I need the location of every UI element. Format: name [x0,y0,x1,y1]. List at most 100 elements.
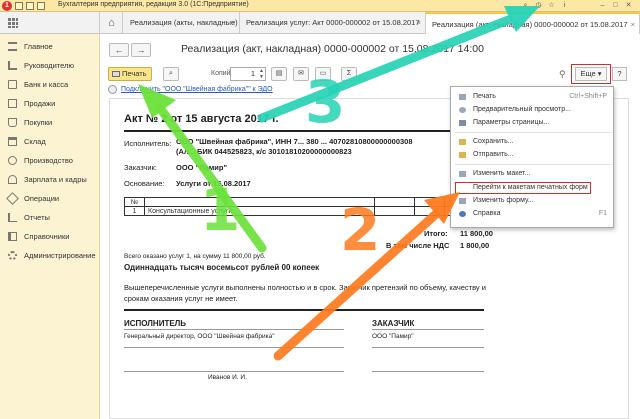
sidebar-item-salary[interactable]: Зарплата и кадры [0,170,100,189]
copies-stepper[interactable]: ▲ ▼ [258,68,265,80]
app-window: { "window": {"title": "Бухгалтерия предп… [0,0,640,419]
preview-icon [459,107,466,113]
page-setup-icon [459,120,466,126]
sidebar-item-label: Банк и касса [24,80,69,89]
sidebar-item-label: Производство [24,156,73,165]
menu-item-label: Сохранить... [473,138,514,145]
menu-item-preview[interactable]: Предварительный просмотр... [451,104,615,116]
sidebar-item-catalogs[interactable]: Справочники [0,227,100,246]
sidebar-item-purchases[interactable]: Покупки [0,113,100,132]
summary-line: Всего оказано услуг 1, на сумму 11 800,0… [124,253,266,260]
menu-item-print-templates[interactable]: Перейти к макетам печатных форм [455,182,591,194]
sidebar-item-label: Справочники [24,232,70,241]
info-icon[interactable]: i [560,1,569,10]
close-tab-icon[interactable]: × [631,14,635,34]
minimize-button[interactable]: – [598,1,607,10]
preview-button[interactable]: ⌕ [163,67,179,81]
menu-item-page-setup[interactable]: Параметры страницы... [451,117,615,129]
forward-icon[interactable] [37,2,45,10]
more-button[interactable]: Еще ▾ [575,67,607,81]
pin-icon[interactable]: ⚲ [559,69,566,80]
history-icon[interactable]: ◷ [534,1,543,10]
sidebar-item-warehouse[interactable]: Склад [0,132,100,151]
sidebar-item-reports[interactable]: Отчеты [0,208,100,227]
sidebar-item-production[interactable]: Производство [0,151,100,170]
customer-caption: ЗАКАЗЧИК [372,319,415,328]
menu-icon[interactable] [15,2,23,10]
more-dropdown-menu: Печать Ctrl+Shift+P Предварительный просм… [450,86,614,228]
menu-separator [455,132,611,133]
sidebar-item-bank[interactable]: Банк и касса [0,75,100,94]
menu-item-save[interactable]: Сохранить... [451,136,615,148]
sidebar-item-admin[interactable]: Администрирование [0,246,100,265]
operations-icon [6,192,19,205]
star-icon[interactable]: ☆ [547,1,556,10]
sidebar-item-label: Зарплата и кадры [24,175,87,184]
menu-shortcut: F1 [598,210,607,217]
row-unit [414,206,445,216]
cart-icon [8,118,17,127]
col-unit [414,197,445,207]
help-button[interactable]: ? [612,67,627,81]
close-tab-icon[interactable]: × [417,12,421,34]
step-number-1: 1 [200,176,241,244]
col-qty [374,197,415,207]
close-button[interactable]: ✕ [624,1,633,10]
menu-item-label: Изменить макет... [473,170,531,177]
menu-item-label: Справка [473,210,501,217]
executor-label: Исполнитель: [124,139,172,148]
executor-caption: ИСПОЛНИТЕЛЬ [124,319,187,328]
printer-icon [459,94,466,100]
executor-sign-text: Генеральный директор, ООО "Швейная фабри… [124,333,275,340]
tab-label: Реализация (акты, накладные) [130,18,238,27]
close-tab-icon[interactable]: × [231,12,235,34]
maximize-button[interactable]: □ [611,1,620,10]
sidebar-item-manager[interactable]: Руководителю [0,56,100,75]
save-icon [459,139,466,145]
warehouse-icon [8,137,17,146]
executor-line [124,329,344,330]
help-icon [459,211,466,217]
book-icon [8,232,17,241]
sidebar-item-label: Покупки [24,118,53,127]
act-note: Вышеперечисленные услуги выполнены полно… [124,283,486,292]
menu-item-help[interactable]: Справка F1 [451,208,615,220]
forward-button[interactable]: → [131,43,151,57]
menu-separator [455,164,611,165]
search-icon[interactable]: ⌕ [521,1,530,10]
back-icon[interactable] [26,2,34,10]
tab-realization-list[interactable]: Реализация (акты, накладные) × [124,12,240,34]
menu-item-print[interactable]: Печать Ctrl+Shift+P [451,91,615,103]
basis-label: Основание: [124,179,165,188]
menu-item-label: Предварительный просмотр... [473,106,571,113]
back-button[interactable]: ← [109,43,129,57]
sidebar-item-main[interactable]: Главное [0,37,100,56]
executor-sign-line [124,371,344,372]
tab-realization-doc[interactable]: Реализация (акт, накладная) 0000-000002 … [426,12,640,34]
vat-value: 1 800,00 [460,241,490,250]
1c-logo-icon: 1 [2,1,12,11]
menu-item-edit-form[interactable]: Изменить форму... [451,195,615,207]
menu-item-label: Печать [473,93,496,100]
sidebar-item-operations[interactable]: Операции [0,189,100,208]
sections-panel-button[interactable] [0,12,100,34]
menu-item-label: Отправить... [473,151,514,158]
act-note-2: срокам оказания услуг не имеет. [124,294,238,303]
tab-services-act[interactable]: Реализация услуг: Акт 0000-000002 от 15.… [240,12,426,34]
print-label: Печать [122,69,147,78]
print-button[interactable]: Печать [108,67,152,81]
sidebar-item-sales[interactable]: Продажи [0,94,100,113]
customer-value: ООО "Памир" [176,163,227,172]
executor-value: ООО "Швейная фабрика", ИНН 7... 380 ... … [176,137,413,146]
menu-item-send[interactable]: Отправить... [451,149,615,161]
print-direct-icon[interactable]: ▤ [271,67,287,81]
sidebar-item-label: Руководителю [24,61,75,70]
page-title: Реализация (акт, накладная) 0000-000002 … [181,43,484,55]
home-icon[interactable]: ⌂ [101,12,123,34]
sidebar-item-label: Главное [24,42,53,51]
edo-link[interactable]: Подключить "ООО "Швейная фабрика"" к ЭДО [121,86,273,93]
sidebar-item-label: Операции [24,194,60,203]
printer-icon [112,71,120,77]
window-title: Бухгалтерия предприятия, редакция 3.0 (1… [58,1,249,8]
menu-item-edit-layout[interactable]: Изменить макет... [451,168,615,180]
